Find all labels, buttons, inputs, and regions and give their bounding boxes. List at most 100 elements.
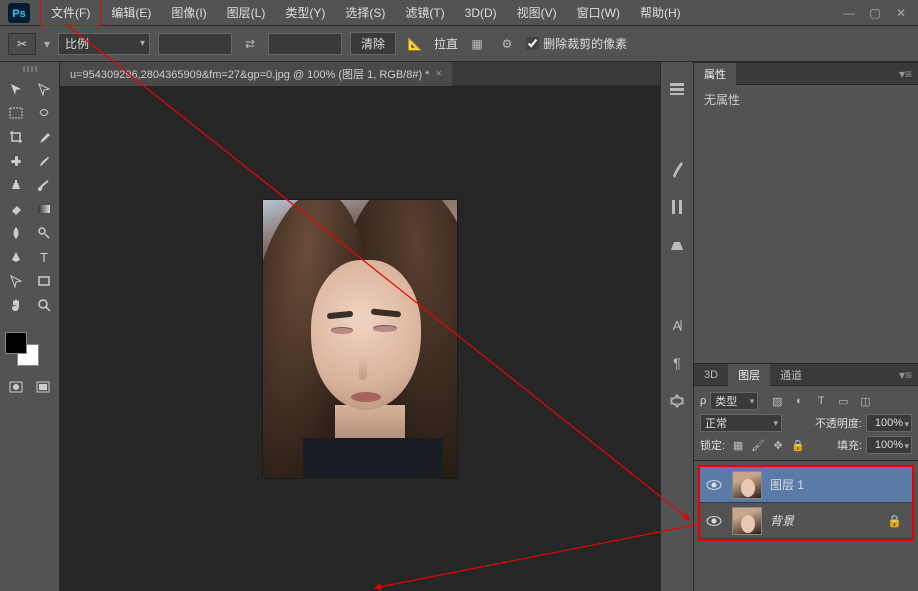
gradient-tool[interactable] [31, 198, 57, 220]
straighten-icon[interactable]: 📐 [404, 33, 426, 55]
clone-stamp-tool[interactable] [3, 174, 29, 196]
filter-adjust-icon[interactable]: ◐ [790, 393, 808, 409]
brush-tool[interactable] [31, 150, 57, 172]
tab-properties[interactable]: 属性 [694, 63, 736, 85]
blend-mode-label: 正常 [705, 415, 727, 431]
blur-tool[interactable] [3, 222, 29, 244]
filter-smart-icon[interactable]: ◫ [856, 393, 874, 409]
layers-panel: 3D 图层 通道 ▾≡ ρ 类型 ▨ ◐ T ▭ ◫ 正常 不透明度 [694, 363, 918, 545]
menu-filter[interactable]: 滤镜(T) [395, 0, 454, 25]
delete-cropped-label: 删除裁剪的像素 [543, 35, 627, 52]
layer-filter-select[interactable]: 类型 [710, 392, 758, 410]
layer-row[interactable]: 图层 1 [700, 467, 912, 503]
menu-image[interactable]: 图像(I) [161, 0, 216, 25]
color-swatches[interactable] [3, 330, 57, 368]
aspect-ratio-select[interactable]: 比例 [58, 33, 150, 55]
swap-dimensions-icon[interactable]: ⇄ [240, 37, 260, 51]
close-icon[interactable]: × [435, 68, 441, 80]
layer-filter-label: 类型 [715, 393, 737, 409]
minimize-button[interactable]: — [836, 4, 862, 22]
menu-type[interactable]: 类型(Y) [275, 0, 335, 25]
delete-cropped-input[interactable] [526, 37, 539, 50]
crop-height-input[interactable] [268, 33, 342, 55]
menu-file[interactable]: 文件(F) [40, 0, 101, 26]
eyedropper-tool[interactable] [31, 126, 57, 148]
crop-tool-icon[interactable]: ✂ [8, 33, 36, 55]
lock-all-icon[interactable]: 🔒 [789, 437, 807, 453]
filter-type-icon[interactable]: T [812, 393, 830, 409]
eraser-tool[interactable] [3, 198, 29, 220]
paragraph-panel-icon[interactable]: ¶ [666, 352, 688, 374]
type-tool[interactable]: T [31, 246, 57, 268]
properties-body: 无属性 [694, 85, 918, 363]
marquee-tool[interactable] [3, 102, 29, 124]
layer-name[interactable]: 背景 [766, 512, 887, 529]
lock-icon: 🔒 [887, 514, 902, 528]
menu-3d[interactable]: 3D(D) [455, 2, 507, 24]
grid-overlay-icon[interactable]: ▦ [466, 33, 488, 55]
gear-icon[interactable]: ⚙ [496, 33, 518, 55]
move-tool[interactable] [3, 78, 29, 100]
clone-source-icon[interactable] [666, 234, 688, 256]
shape-tool[interactable] [31, 270, 57, 292]
tab-3d[interactable]: 3D [694, 366, 728, 384]
delete-cropped-checkbox[interactable]: 删除裁剪的像素 [526, 35, 627, 52]
visibility-toggle[interactable] [700, 515, 728, 527]
svg-text:A: A [673, 318, 682, 333]
fill-input[interactable]: 100% [866, 436, 912, 454]
visibility-toggle[interactable] [700, 479, 728, 491]
tool-presets-icon[interactable] [666, 390, 688, 412]
tab-layers[interactable]: 图层 [728, 364, 770, 386]
foreground-color-swatch[interactable] [5, 332, 27, 354]
quickmask-toggle[interactable] [3, 376, 29, 398]
screenmode-toggle[interactable] [30, 376, 56, 398]
blend-mode-select[interactable]: 正常 [700, 414, 782, 432]
layer-name[interactable]: 图层 1 [766, 476, 912, 493]
character-panel-icon[interactable]: A [666, 314, 688, 336]
healing-brush-tool[interactable] [3, 150, 29, 172]
menu-view[interactable]: 视图(V) [507, 0, 567, 25]
menu-help[interactable]: 帮助(H) [630, 0, 691, 25]
lock-pixels-icon[interactable]: 🖌 [749, 437, 767, 453]
brush-presets-icon[interactable] [666, 196, 688, 218]
opacity-input[interactable]: 100% [866, 414, 912, 432]
menu-layer[interactable]: 图层(L) [217, 0, 276, 25]
path-select-tool[interactable] [3, 270, 29, 292]
layers-list: 图层 1 背景 🔒 [698, 465, 914, 541]
layer-thumbnail[interactable] [732, 471, 762, 499]
collapsed-panel-strip: A ¶ [660, 62, 694, 591]
hand-tool[interactable] [3, 294, 29, 316]
menu-select[interactable]: 选择(S) [335, 0, 395, 25]
lasso-tool[interactable] [31, 102, 57, 124]
zoom-tool[interactable] [31, 294, 57, 316]
dodge-tool[interactable] [31, 222, 57, 244]
close-button[interactable]: ✕ [888, 4, 914, 22]
tab-channels[interactable]: 通道 [770, 364, 812, 386]
filter-shape-icon[interactable]: ▭ [834, 393, 852, 409]
menu-edit[interactable]: 编辑(E) [101, 0, 161, 25]
crop-tool[interactable] [3, 126, 29, 148]
document-tab[interactable]: u=954309296,2804365909&fm=27&gp=0.jpg @ … [60, 62, 452, 86]
lock-position-icon[interactable]: ✥ [769, 437, 787, 453]
filter-pixel-icon[interactable]: ▨ [768, 393, 786, 409]
layer-row[interactable]: 背景 🔒 [700, 503, 912, 539]
menu-window[interactable]: 窗口(W) [567, 0, 630, 25]
straighten-label: 拉直 [434, 35, 458, 52]
history-brush-tool[interactable] [31, 174, 57, 196]
panel-menu-icon[interactable]: ▾≡ [893, 368, 918, 382]
history-panel-icon[interactable] [666, 78, 688, 100]
panel-menu-icon[interactable]: ▾≡ [893, 67, 918, 81]
canvas[interactable] [60, 86, 660, 591]
lock-transparency-icon[interactable]: ▦ [729, 437, 747, 453]
maximize-button[interactable]: ▢ [862, 4, 888, 22]
pen-tool[interactable] [3, 246, 29, 268]
brush-panel-icon[interactable] [666, 158, 688, 180]
properties-panel: 属性 ▾≡ 无属性 [694, 62, 918, 363]
clear-button[interactable]: 清除 [350, 32, 396, 55]
tool-palette: T [0, 62, 60, 591]
layer-thumbnail[interactable] [732, 507, 762, 535]
artboard-tool[interactable] [31, 78, 57, 100]
crop-width-input[interactable] [158, 33, 232, 55]
panel-grip[interactable] [6, 66, 54, 74]
svg-text:¶: ¶ [673, 355, 681, 371]
